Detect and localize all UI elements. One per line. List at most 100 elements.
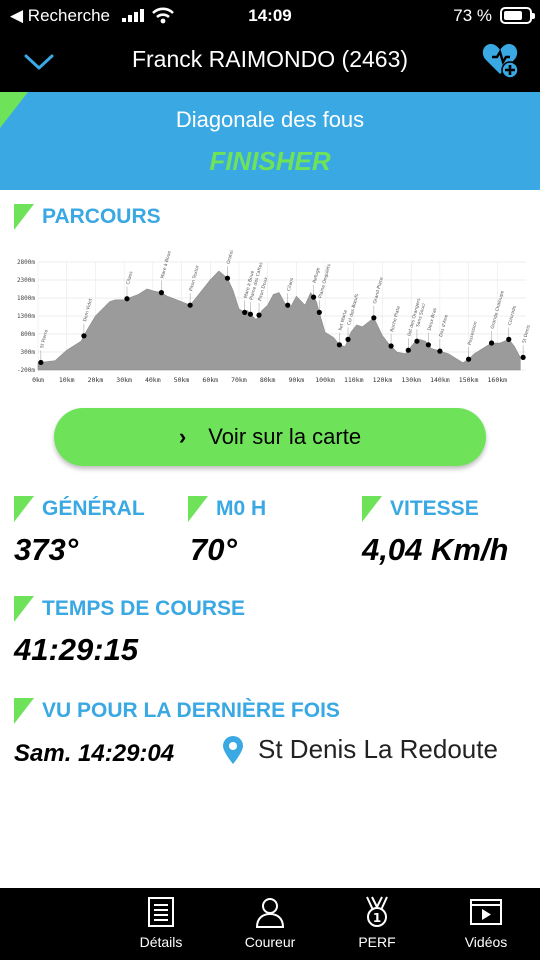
flag-icon [14, 596, 34, 622]
checkpoint-label: Refuge [312, 267, 322, 284]
checkpoint-point [425, 342, 431, 348]
add-favorite-heart-icon[interactable] [480, 40, 520, 80]
checkpoint-point [256, 312, 262, 318]
checkpoint-label: Roche Plate [389, 305, 402, 332]
race-time-heading: TEMPS DE COURSE [14, 596, 245, 622]
checkpoint-label: Dom Vidot [82, 298, 94, 323]
tab-runner-label: Coureur [244, 934, 296, 950]
checkpoint-point [242, 309, 248, 315]
race-time-value: 41:29:15 [14, 632, 139, 667]
checkpoint-point [247, 311, 254, 317]
battery-icon [500, 7, 535, 24]
speed-value: 4,04 Km/h [362, 532, 509, 567]
checkpoint-point [187, 302, 193, 308]
y-tick-label: 2300m [17, 277, 35, 284]
tab-details-label: Détails [139, 934, 183, 950]
checkpoint-point [520, 354, 526, 360]
general-rank: 373° [14, 532, 79, 567]
y-tick-label: 2800m [17, 259, 35, 266]
checkpoint-label: Grand Place [372, 276, 385, 304]
checkpoint-label: Mare à Boue [159, 250, 173, 279]
checkpoint-label: Cilaos [286, 276, 295, 291]
flag-icon [14, 496, 34, 522]
flag-icon [188, 496, 208, 522]
medal-icon: 1 [366, 896, 388, 927]
last-seen-location: St Denis La Redoute [222, 734, 498, 765]
checkpoint-label: Deux Bras [427, 307, 439, 332]
flag-icon [362, 496, 382, 522]
checkpoint-point [310, 294, 317, 300]
checkpoint-point [336, 342, 343, 348]
checkpoint-label: Oratoire [226, 250, 237, 265]
tab-perf[interactable]: 1 PERF [327, 896, 427, 950]
location-name: St Denis La Redoute [258, 734, 498, 764]
x-tick-label: 20km [88, 376, 104, 384]
checkpoint-point [506, 336, 512, 342]
x-tick-label: 160km [488, 376, 508, 384]
x-tick-label: 90km [289, 376, 305, 384]
checkpoint-point [388, 343, 394, 349]
x-tick-label: 30km [116, 376, 132, 384]
checkpoint-point [316, 309, 322, 315]
person-icon [255, 898, 285, 928]
x-tick-label: 80km [260, 376, 276, 384]
race-banner: Diagonale des fous FINISHER [0, 92, 540, 190]
location-pin-icon [223, 735, 243, 764]
checkpoint-point [414, 338, 420, 344]
checkpoint-point [124, 296, 130, 302]
battery-percent: 73 % [453, 6, 492, 25]
checkpoint-label: Cilaos [125, 270, 134, 285]
screen: ◀ Recherche 14:09 73 % Franck RAIMONDO (… [0, 0, 540, 960]
view-on-map-button[interactable]: › Voir sur la carte [54, 408, 486, 466]
checkpoint-label: Col des Bœufs [346, 292, 360, 326]
checkpoint-point [285, 302, 291, 308]
checkpoint-point [158, 290, 165, 296]
svg-text:1: 1 [373, 911, 381, 925]
x-tick-label: 130km [401, 376, 421, 384]
checkpoint-label: Colorado [507, 305, 518, 326]
x-tick-label: 110km [344, 376, 364, 384]
page-title: Franck RAIMONDO (2463) [131, 46, 409, 72]
flag-icon [14, 698, 34, 724]
x-tick-label: 140km [430, 376, 450, 384]
x-tick-label: 0km [32, 376, 44, 384]
elevation-profile-chart: 2800m 2300m 1800m 1300m 800m 300m -200m 0km 10km… [17, 250, 532, 384]
video-icon [470, 899, 502, 925]
checkpoint-label: Piton Textor [188, 265, 201, 292]
last-seen-label: VU POUR LA DERNIÈRE FOIS [42, 699, 340, 722]
parcours-heading: PARCOURS [14, 204, 161, 230]
header: Franck RAIMONDO (2463) [0, 32, 540, 92]
tab-bar: Détails Coureur 1 PERF Vidéos [0, 888, 540, 960]
checkpoint-point [371, 315, 377, 321]
list-icon [148, 897, 174, 927]
y-tick-label: 800m [21, 331, 36, 338]
checkpoint-label: Ilet Marla [338, 309, 349, 331]
checkpoint-point [465, 356, 472, 362]
x-tick-label: 150km [459, 376, 479, 384]
tab-videos-label: Vidéos [464, 934, 508, 950]
speed-label: VITESSE [390, 497, 479, 520]
x-tick-label: 70km [231, 376, 247, 384]
category-label: M0 H [216, 497, 267, 520]
x-tick-label: 10km [59, 376, 75, 384]
tab-runner[interactable]: Coureur [220, 896, 320, 950]
category-heading: M0 H [188, 496, 266, 522]
checkpoint-point [437, 348, 443, 354]
chevron-right-icon: › [178, 424, 187, 449]
x-tick-label: 60km [202, 376, 218, 384]
status-bar: ◀ Recherche 14:09 73 % [0, 0, 540, 32]
tab-videos[interactable]: Vidéos [436, 896, 536, 950]
checkpoint-point [81, 333, 87, 339]
race-name: Diagonale des fous [175, 107, 365, 132]
finisher-status: FINISHER [209, 146, 331, 176]
last-seen-heading: VU POUR LA DERNIÈRE FOIS [14, 698, 340, 724]
checkpoint-point [224, 275, 231, 281]
last-seen-time: Sam. 14:29:04 [14, 740, 175, 767]
tab-perf-label: PERF [358, 934, 396, 950]
y-tick-label: -200m [17, 367, 35, 374]
category-rank: 70° [190, 532, 237, 567]
tab-details[interactable]: Détails [111, 896, 211, 950]
checkpoint-point [345, 336, 351, 342]
y-tick-label: 1800m [17, 295, 35, 302]
checkpoint-label: Grande Chaloupe [490, 290, 506, 330]
